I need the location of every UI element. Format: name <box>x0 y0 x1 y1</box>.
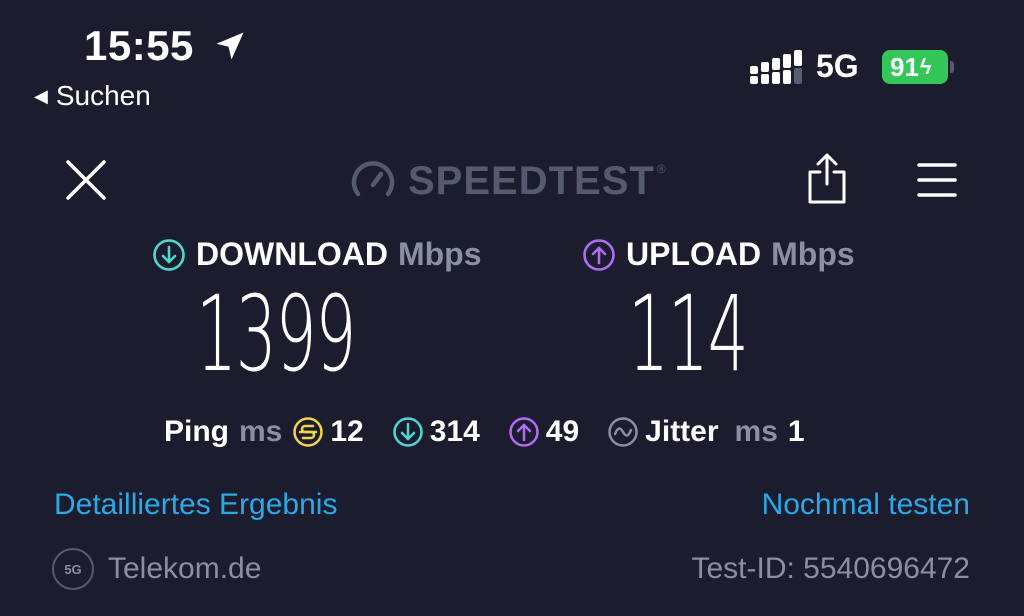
ping-label: Ping <box>164 415 229 448</box>
latency-row: Ping ms 12 314 49 Jitter ms 1 <box>164 410 805 454</box>
idle-latency-icon <box>293 417 324 447</box>
speedtest-result-screen: 15:55 ◀ Suchen 5G 91 ϟ SPEEDTEST ® DOWNL… <box>0 0 1024 616</box>
menu-button[interactable] <box>916 160 958 200</box>
ping-idle-value: 12 <box>330 415 364 448</box>
ping-download: 314 <box>392 415 480 449</box>
battery-cap <box>950 61 954 73</box>
download-header: DOWNLOAD Mbps <box>152 236 482 273</box>
upload-label: UPLOAD <box>626 236 762 272</box>
download-arrow-icon <box>153 238 185 271</box>
download-label: DOWNLOAD <box>196 236 388 272</box>
ping-unit: ms <box>239 415 283 448</box>
share-button[interactable] <box>806 152 848 206</box>
network-type: 5G <box>816 48 859 84</box>
cellular-signal-icon <box>750 50 802 84</box>
upload-arrow-icon <box>583 238 615 271</box>
battery-percent: 91 <box>890 51 919 82</box>
location-arrow-icon <box>216 32 244 60</box>
jitter-wave-icon <box>608 417 638 447</box>
ping-download-value: 314 <box>429 415 480 448</box>
upload-latency-icon <box>509 417 539 447</box>
battery-level: 91 ϟ <box>882 50 948 84</box>
close-button[interactable] <box>62 156 110 204</box>
jitter-unit: ms <box>734 415 778 448</box>
jitter-label: Jitter <box>645 415 719 448</box>
5g-badge-icon: 5G <box>52 548 94 590</box>
share-icon <box>808 153 846 204</box>
back-arrow-icon: ◀ <box>34 85 48 106</box>
speedtest-brand: SPEEDTEST ® <box>350 158 666 204</box>
ping-upload: 49 <box>508 415 579 449</box>
upload-unit: Mbps <box>771 236 855 272</box>
retest-link[interactable]: Nochmal testen <box>762 488 970 522</box>
download-speed-value: 1399 <box>196 273 356 395</box>
brand-name: SPEEDTEST <box>408 158 655 203</box>
provider-name: Telekom.de <box>108 552 262 585</box>
jitter: Jitter ms 1 <box>607 415 805 449</box>
download-unit: Mbps <box>397 236 482 272</box>
charging-bolt-icon: ϟ <box>919 54 932 79</box>
provider-info: 5G Telekom.de <box>52 548 261 590</box>
back-link-label: Suchen <box>55 80 151 111</box>
upload-speed-value: 114 <box>628 273 749 395</box>
upload-header: UPLOAD Mbps <box>582 236 855 273</box>
close-icon <box>66 160 106 200</box>
back-to-search-link[interactable]: ◀ Suchen <box>34 80 151 112</box>
hamburger-menu-icon <box>917 163 957 197</box>
ping-upload-value: 49 <box>545 415 580 448</box>
jitter-value: 1 <box>787 415 805 448</box>
status-time: 15:55 <box>84 22 194 69</box>
speedometer-logo-icon <box>351 161 395 197</box>
download-latency-icon <box>392 417 423 447</box>
battery-indicator: 91 ϟ <box>882 50 954 84</box>
test-id: Test-ID: 5540696472 <box>691 552 970 585</box>
ping-idle: 12 <box>292 415 364 449</box>
detailed-result-link[interactable]: Detailliertes Ergebnis <box>54 488 337 522</box>
brand-trademark: ® <box>656 162 666 176</box>
